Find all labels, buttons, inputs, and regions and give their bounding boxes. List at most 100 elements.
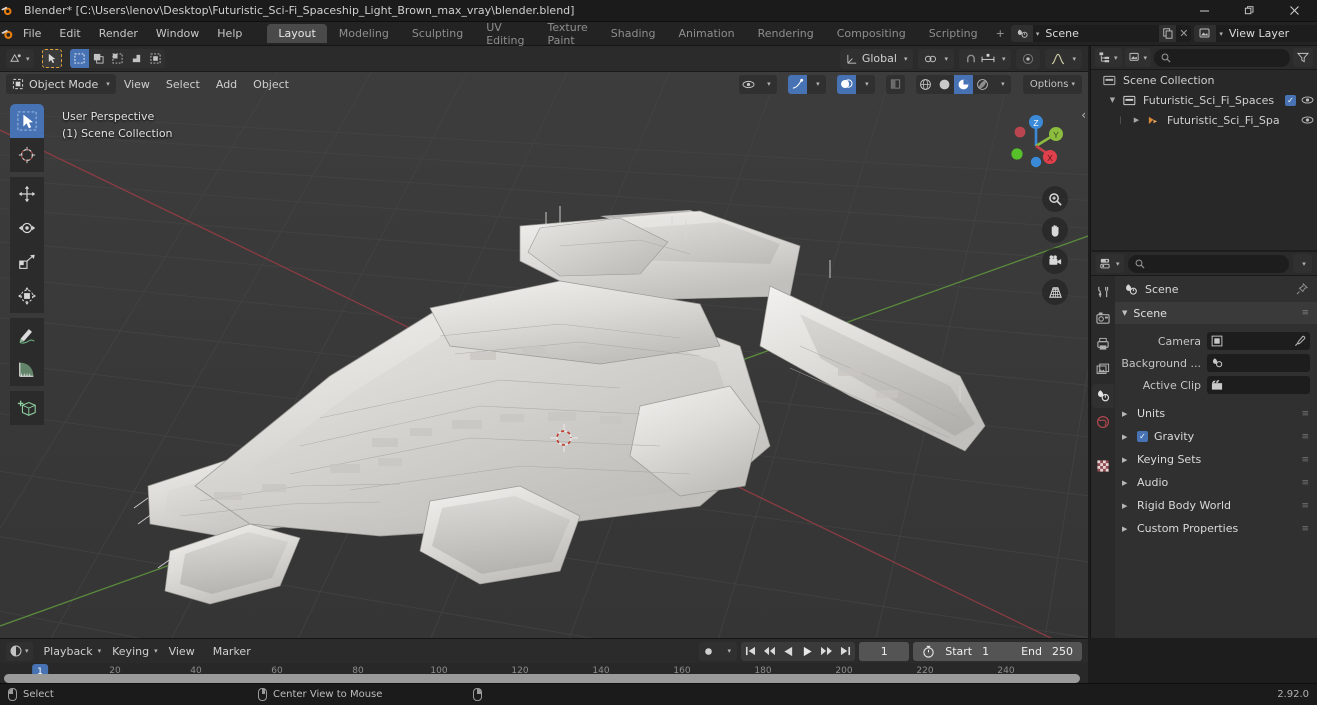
overlays-group[interactable]: ▾ — [836, 74, 875, 94]
scene-datablock[interactable]: ▾ Scene ✕ — [1010, 25, 1192, 42]
viewport-menu-add[interactable]: Add — [208, 76, 245, 93]
section-custom-properties[interactable]: ▶ Custom Properties ≡ — [1115, 517, 1317, 540]
select-difference-icon[interactable] — [146, 49, 165, 68]
play-reverse-button[interactable] — [779, 642, 798, 661]
auto-keying-caret[interactable]: ▾ — [718, 642, 737, 661]
solid-shading-icon[interactable] — [935, 75, 954, 94]
tab-sculpting[interactable]: Sculpting — [401, 24, 474, 43]
select-box-icon[interactable] — [69, 49, 89, 68]
measure-tool[interactable] — [10, 352, 44, 386]
properties-options-button[interactable]: ▾ — [1293, 254, 1312, 273]
timeline-editor-type-button[interactable]: ▾ — [6, 641, 33, 661]
eyedropper-icon[interactable] — [1294, 335, 1306, 347]
drag-handle-icon[interactable]: ≡ — [1301, 455, 1310, 465]
world-tab[interactable] — [1092, 410, 1114, 434]
texture-tab[interactable] — [1092, 454, 1114, 478]
play-button[interactable] — [798, 642, 817, 661]
wireframe-shading-icon[interactable] — [916, 75, 935, 94]
timeline-menu-keying[interactable]: Keying — [105, 643, 156, 660]
timeline-menu-playback[interactable]: Playback — [37, 643, 100, 660]
blender-menu-icon[interactable] — [0, 27, 14, 41]
gravity-checkbox[interactable]: ✓ — [1137, 431, 1148, 442]
viewport-menu-object[interactable]: Object — [245, 76, 297, 93]
tweak-select-tool[interactable] — [10, 104, 44, 138]
eye-icon[interactable] — [1301, 95, 1317, 105]
timeline-menu-view[interactable]: View — [162, 643, 202, 660]
rendered-shading-icon[interactable] — [973, 75, 992, 94]
camera-icon[interactable] — [1042, 248, 1068, 274]
transform-orientation-dropdown[interactable]: Global ▾ — [839, 48, 914, 69]
visibility-dropdown[interactable]: ▾ — [738, 74, 777, 94]
xray-icon[interactable] — [886, 75, 905, 94]
background-field[interactable] — [1207, 354, 1310, 372]
properties-search-input[interactable] — [1127, 254, 1289, 273]
sidebar-collapse-arrow-icon[interactable]: ‹ — [1081, 108, 1086, 122]
tab-compositing[interactable]: Compositing — [826, 24, 917, 43]
outliner-row-collection[interactable]: ▼ Futuristic_Sci_Fi_Spaces ✓ — [1091, 90, 1317, 110]
maximize-button[interactable] — [1227, 0, 1272, 22]
drag-handle-icon[interactable]: ≡ — [1301, 478, 1310, 488]
close-button[interactable] — [1272, 0, 1317, 22]
editor-type-button[interactable]: ▾ — [6, 49, 34, 68]
transform-tool[interactable] — [10, 279, 44, 313]
zoom-icon[interactable] — [1042, 186, 1068, 212]
tweak-mode-button[interactable] — [41, 49, 62, 68]
menu-render[interactable]: Render — [90, 25, 147, 42]
tab-layout[interactable]: Layout — [267, 24, 327, 43]
eye-icon[interactable] — [1301, 115, 1317, 125]
timeline-scrollbar[interactable] — [4, 674, 1080, 683]
viewport-menu-view[interactable]: View — [116, 76, 158, 93]
end-value[interactable]: 250 — [1052, 645, 1073, 658]
drag-handle-icon[interactable]: ≡ — [1301, 524, 1310, 534]
auto-keying-group[interactable]: ▾ — [699, 641, 738, 661]
collection-checkbox[interactable]: ✓ — [1285, 94, 1296, 106]
tool-tab[interactable] — [1092, 280, 1114, 304]
select-circle-icon[interactable] — [89, 49, 108, 68]
tab-texture-paint[interactable]: Texture Paint — [537, 18, 599, 50]
gizmo-caret[interactable]: ▾ — [807, 75, 826, 94]
tab-shading[interactable]: Shading — [600, 24, 667, 43]
view-layer-tab[interactable] — [1092, 358, 1114, 382]
outliner-filter-button[interactable] — [1293, 48, 1313, 67]
tab-animation[interactable]: Animation — [667, 24, 745, 43]
jump-to-prev-keyframe-button[interactable] — [760, 642, 779, 661]
section-keying-sets[interactable]: ▶ Keying Sets ≡ — [1115, 448, 1317, 471]
outliner-editor[interactable]: ▾ ▾ Scene Collection ▼ Futuristic_Sci_Fi… — [1090, 46, 1317, 250]
grid-perspective-icon[interactable] — [1042, 279, 1068, 305]
scale-tool[interactable] — [10, 245, 44, 279]
tab-rendering[interactable]: Rendering — [747, 24, 825, 43]
snapping-group[interactable]: ▾ — [958, 48, 1012, 69]
object-mode-dropdown[interactable]: Object Mode ▾ — [6, 74, 116, 94]
rotate-tool[interactable] — [10, 211, 44, 245]
section-gravity[interactable]: ▶ ✓ Gravity ≡ — [1115, 425, 1317, 448]
gizmo-icon[interactable] — [787, 74, 807, 94]
move-tool[interactable] — [10, 177, 44, 211]
drag-handle-icon[interactable]: ≡ — [1301, 409, 1310, 419]
render-tab[interactable] — [1092, 306, 1114, 330]
object-visibility-icon[interactable] — [739, 75, 758, 94]
cursor-tool[interactable] — [10, 138, 44, 172]
falloff-dropdown[interactable]: ▾ — [1045, 48, 1082, 69]
select-intersect-icon[interactable] — [127, 49, 146, 68]
overlays-caret[interactable]: ▾ — [856, 75, 875, 94]
drag-handle-icon[interactable]: ≡ — [1301, 501, 1310, 511]
output-tab[interactable] — [1092, 332, 1114, 356]
tab-uv-editing[interactable]: UV Editing — [475, 18, 535, 50]
menu-help[interactable]: Help — [208, 25, 251, 42]
view-layer-datablock[interactable]: ▾ View Layer ✕ — [1194, 25, 1317, 42]
viewport-menu-select[interactable]: Select — [158, 76, 208, 93]
record-icon[interactable] — [699, 642, 718, 661]
jump-to-start-button[interactable] — [741, 642, 760, 661]
section-rigid-body-world[interactable]: ▶ Rigid Body World ≡ — [1115, 494, 1317, 517]
drag-handle-icon[interactable]: ≡ — [1301, 308, 1310, 318]
minimize-button[interactable] — [1182, 0, 1227, 22]
gizmo-group[interactable]: ▾ — [787, 74, 826, 94]
xray-toggle[interactable] — [885, 74, 905, 94]
hand-icon[interactable] — [1042, 217, 1068, 243]
pivot-point-dropdown[interactable]: ▾ — [918, 48, 954, 69]
view-layer-name[interactable]: View Layer — [1223, 27, 1317, 40]
add-cube-tool[interactable] — [10, 391, 44, 425]
options-dropdown[interactable]: Options ▾ — [1022, 74, 1082, 94]
navigation-gizmo[interactable]: Z Y X — [996, 102, 1074, 180]
outliner-search-input[interactable] — [1154, 48, 1290, 67]
